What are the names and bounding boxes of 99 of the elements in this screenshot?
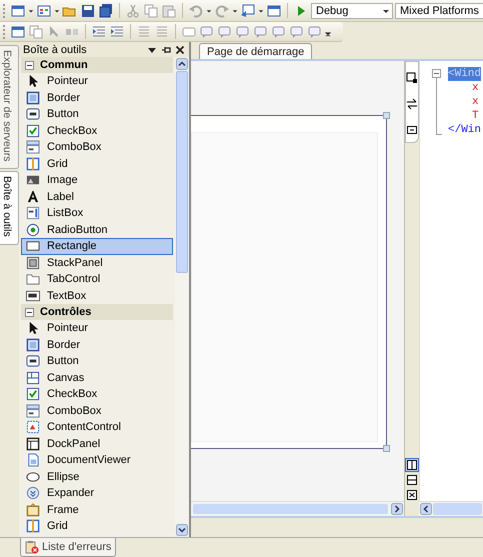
border-icon bbox=[26, 338, 40, 352]
content-control-icon bbox=[26, 420, 40, 434]
tab-control-icon bbox=[26, 272, 40, 286]
toolbox-item[interactable]: Button bbox=[21, 353, 173, 370]
toolbox-item[interactable]: Rectangle bbox=[21, 238, 173, 254]
scrollbar[interactable] bbox=[191, 501, 404, 516]
toolbox-item[interactable]: ComboBox bbox=[21, 402, 173, 419]
scrollbar[interactable] bbox=[419, 501, 483, 516]
toolbox-item[interactable]: Frame bbox=[21, 502, 173, 518]
toolbox-item[interactable]: StackPanel bbox=[21, 254, 173, 271]
indent-icon[interactable] bbox=[91, 24, 107, 40]
stack-panel-icon bbox=[26, 256, 40, 270]
toolbox-item[interactable]: Border bbox=[21, 90, 173, 106]
toolbox-item[interactable]: ListBox bbox=[21, 205, 173, 222]
grid-icon[interactable] bbox=[36, 2, 52, 18]
toolbox-item[interactable]: DockPanel bbox=[21, 436, 173, 452]
toolbox-item[interactable]: Expander bbox=[21, 485, 173, 502]
speech-icon[interactable] bbox=[289, 24, 305, 40]
horizontal-split-icon[interactable] bbox=[405, 473, 419, 487]
toolbox-item[interactable]: CheckBox bbox=[21, 122, 173, 139]
toolbox-item[interactable]: RadioButton bbox=[21, 222, 173, 238]
grid-icon bbox=[26, 519, 40, 534]
vertical-split-icon[interactable] bbox=[405, 458, 419, 472]
indent-icon[interactable] bbox=[109, 24, 125, 40]
picture-frame-icon bbox=[26, 502, 40, 517]
toolbox-item[interactable]: Canvas bbox=[21, 370, 173, 386]
border-icon bbox=[26, 90, 40, 105]
save-icon[interactable] bbox=[80, 2, 96, 18]
letter-a-icon bbox=[26, 190, 40, 204]
platform-dropdown[interactable]: Mixed Platforms bbox=[395, 2, 483, 18]
toolbox-item[interactable]: ComboBox bbox=[21, 139, 173, 156]
window-icon[interactable] bbox=[266, 2, 282, 18]
toolbox-item[interactable]: DocumentViewer bbox=[21, 452, 173, 468]
cut-icon[interactable] bbox=[125, 2, 141, 18]
speech-icon[interactable] bbox=[235, 24, 251, 40]
rectangle-icon bbox=[26, 239, 40, 254]
design-view-icon[interactable] bbox=[406, 72, 418, 84]
collapse-icon[interactable] bbox=[432, 69, 441, 78]
expander-icon bbox=[26, 486, 40, 500]
error-list-tab[interactable]: Liste d'erreurs bbox=[20, 538, 116, 557]
toolbox-item[interactable]: Button bbox=[21, 106, 173, 122]
code-line: </Win bbox=[448, 123, 482, 137]
side-tab[interactable]: Boîte à outils bbox=[0, 171, 19, 246]
dock-panel-icon bbox=[26, 436, 40, 451]
configuration-dropdown[interactable]: Debug bbox=[311, 2, 393, 18]
combobox-icon bbox=[26, 404, 40, 418]
toolbox-item[interactable]: TextBox bbox=[21, 288, 173, 304]
speech-icon[interactable] bbox=[253, 24, 269, 40]
checkbox-icon bbox=[26, 124, 40, 138]
scrollbar[interactable] bbox=[175, 57, 189, 537]
xaml-view-icon[interactable] bbox=[406, 124, 418, 136]
scroll-right-icon[interactable] bbox=[391, 503, 403, 515]
swap-panes-icon[interactable] bbox=[405, 488, 419, 502]
save-all-icon[interactable] bbox=[98, 2, 114, 18]
clipboard-error-icon bbox=[25, 540, 39, 554]
pin-icon[interactable] bbox=[161, 44, 171, 54]
scroll-left-icon[interactable] bbox=[420, 503, 432, 515]
scroll-up-icon[interactable] bbox=[176, 58, 188, 70]
collapse-icon bbox=[25, 60, 34, 70]
window-icon[interactable] bbox=[10, 24, 26, 40]
code-editor[interactable]: <Wind x x T </Win bbox=[419, 61, 483, 501]
toolbox-item[interactable]: Label bbox=[21, 188, 173, 205]
code-line: x bbox=[472, 95, 479, 109]
close-icon[interactable] bbox=[175, 44, 185, 54]
toolbox-item[interactable]: Grid bbox=[21, 156, 173, 172]
group-header[interactable]: Contrôles bbox=[21, 304, 173, 320]
speech-icon[interactable] bbox=[199, 24, 215, 40]
code-line: x bbox=[472, 81, 479, 95]
button-icon bbox=[26, 354, 40, 368]
textbox-icon bbox=[26, 288, 40, 303]
code-line: T bbox=[472, 109, 479, 123]
toolbox-item[interactable]: Pointeur bbox=[21, 73, 173, 90]
toolbox-item[interactable]: TabControl bbox=[21, 271, 173, 288]
ellipse-icon bbox=[26, 470, 40, 484]
toolbox-item[interactable]: Pointeur bbox=[21, 320, 173, 336]
toolbox-item[interactable]: CheckBox bbox=[21, 386, 173, 402]
toolbox-item[interactable]: Ellipse bbox=[21, 468, 173, 485]
combobox-icon bbox=[26, 140, 40, 154]
side-tab[interactable]: Explorateur de serveurs bbox=[0, 45, 19, 170]
window-icon[interactable] bbox=[10, 2, 26, 18]
button-icon bbox=[26, 107, 40, 122]
toolbox-item[interactable]: Grid bbox=[21, 518, 173, 534]
group-header[interactable]: Commun bbox=[21, 57, 173, 73]
collapse-icon bbox=[25, 308, 34, 316]
checkbox-icon bbox=[26, 387, 40, 402]
grid-icon bbox=[26, 156, 40, 171]
panel-title: Boîte à outils bbox=[23, 44, 88, 56]
scroll-down-icon[interactable] bbox=[176, 524, 188, 536]
speech-icon[interactable] bbox=[217, 24, 233, 40]
listbox-icon bbox=[26, 206, 40, 220]
document-icon bbox=[26, 453, 40, 468]
canvas-icon bbox=[26, 370, 40, 385]
swap-icon[interactable] bbox=[406, 98, 418, 110]
toolbox-item[interactable]: Border bbox=[21, 336, 173, 353]
toolbox-item[interactable]: Image bbox=[21, 172, 173, 188]
radio-button-icon bbox=[26, 222, 40, 237]
speech-icon[interactable] bbox=[271, 24, 287, 40]
document-tab[interactable]: Page de démarrage bbox=[199, 43, 312, 59]
toolbox-item[interactable]: ContentControl bbox=[21, 419, 173, 436]
